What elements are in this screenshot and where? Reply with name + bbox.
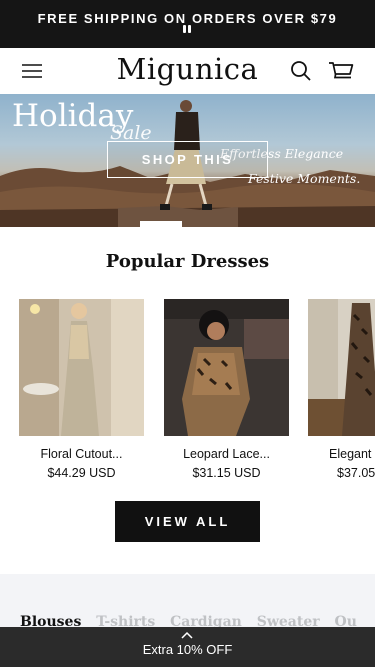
chevron-up-icon: [181, 631, 193, 639]
product-carousel[interactable]: Floral Cutout... $44.29 USD Leopard Lace…: [0, 299, 375, 489]
product-image[interactable]: [164, 299, 289, 436]
product-price: $31.15 USD: [192, 466, 261, 480]
promo-bar[interactable]: Extra 10% OFF: [0, 627, 375, 667]
search-button[interactable]: [289, 59, 315, 83]
pause-icon[interactable]: [182, 25, 191, 34]
product-name[interactable]: Floral Cutout...: [19, 447, 144, 461]
promo-text: Extra 10% OFF: [142, 642, 233, 657]
hero-banner[interactable]: Holiday Sale Effortless Elegance Festive…: [0, 94, 375, 227]
site-logo[interactable]: Migunica: [0, 52, 375, 86]
site-header: Migunica: [0, 48, 375, 94]
shop-this-button[interactable]: SHOP THIS: [107, 141, 268, 178]
product-card[interactable]: Elegant $37.05: [308, 299, 375, 480]
search-icon: [291, 61, 311, 81]
view-all-button[interactable]: VIEW ALL: [115, 501, 260, 542]
product-name[interactable]: Elegant: [308, 447, 375, 461]
product-name[interactable]: Leopard Lace...: [164, 447, 289, 461]
product-image[interactable]: [308, 299, 375, 436]
product-image[interactable]: [19, 299, 144, 436]
product-price: $44.29 USD: [47, 466, 116, 480]
cart-button[interactable]: [328, 59, 354, 83]
product-price: $37.05: [337, 466, 375, 480]
announcement-bar: FREE SHIPPING ON ORDERS OVER $79: [0, 0, 375, 48]
slide-indicator[interactable]: [140, 221, 182, 227]
cart-icon: [329, 62, 354, 79]
announcement-text: FREE SHIPPING ON ORDERS OVER $79: [37, 11, 338, 26]
product-card[interactable]: Floral Cutout... $44.29 USD: [19, 299, 144, 480]
product-card[interactable]: Leopard Lace... $31.15 USD: [164, 299, 289, 480]
section-title: Popular Dresses: [105, 251, 270, 272]
